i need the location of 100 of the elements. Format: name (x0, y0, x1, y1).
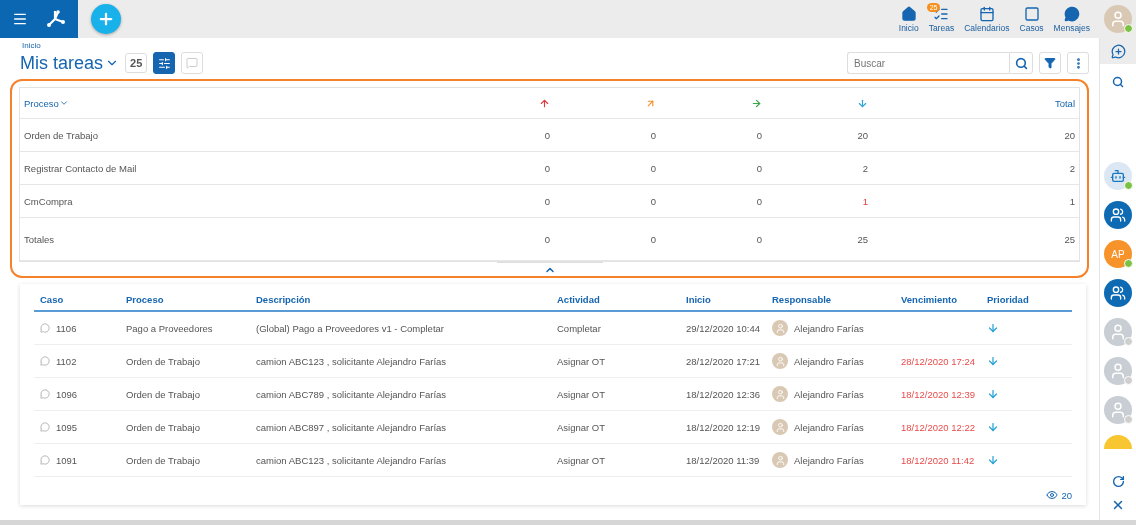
search-icon (1112, 76, 1124, 88)
bot-avatar[interactable] (1104, 162, 1132, 190)
group-avatar[interactable] (1104, 279, 1132, 307)
count-value: 0 (650, 162, 656, 174)
new-chat-button[interactable] (1110, 43, 1126, 59)
table-cell: Alejandro Farías (766, 444, 895, 477)
count-value: 20 (857, 129, 868, 141)
person-icon (1109, 10, 1127, 28)
table-cell: Asignar OT (551, 411, 680, 444)
table-cell: Pago a Proveedores (120, 312, 250, 345)
column-header: Total (1054, 97, 1075, 109)
table-cell: 28/12/2020 17:21 (680, 345, 766, 378)
home-icon (900, 5, 917, 22)
count-value: 0 (756, 195, 762, 207)
search-field[interactable]: Buscar (847, 52, 1009, 74)
total-value: 1 (1069, 195, 1075, 207)
close-icon (1111, 498, 1125, 512)
search-button[interactable] (1112, 76, 1124, 88)
view-title-dropdown[interactable]: Mis tareas (20, 52, 120, 74)
column-header[interactable]: Responsable (766, 290, 895, 312)
total-value: 2 (1069, 162, 1075, 174)
column-header[interactable]: Actividad (551, 290, 680, 312)
totals-label: Totales (24, 233, 55, 245)
sliders-button[interactable] (153, 52, 176, 74)
column-header[interactable]: Proceso (24, 97, 69, 109)
refresh-button[interactable] (1111, 475, 1125, 488)
people-icon (1110, 207, 1126, 223)
table-cell: Completar (551, 312, 680, 345)
count-value: 0 (650, 195, 656, 207)
sliders-icon (157, 56, 171, 70)
table-cell: Orden de Trabajo (120, 444, 250, 477)
table-cell: Alejandro Farías (766, 378, 895, 411)
calendar-icon (978, 5, 995, 22)
table-cell: 28/12/2020 17:24 (895, 345, 981, 378)
table-cell: camion ABC789 , solicitante Alejandro Farías (250, 378, 551, 411)
filter-icon (1044, 57, 1056, 69)
column-header[interactable]: Prioridad (981, 290, 1072, 312)
table-cell: 1096 (34, 378, 120, 411)
table-cell: (Global) Pago a Proveedores v1 - Completar (250, 312, 551, 345)
menu-icon[interactable] (12, 11, 28, 27)
table-cell: 1106 (34, 312, 120, 345)
count-value: 25 (857, 233, 868, 245)
filter-button[interactable] (1039, 52, 1061, 74)
group-avatar[interactable] (1104, 201, 1132, 229)
logo-icon (44, 9, 66, 29)
process-name: Orden de Trabajo (24, 129, 98, 141)
close-button[interactable] (1111, 498, 1125, 512)
column-header[interactable]: Inicio (680, 290, 766, 312)
column-header[interactable]: Proceso (120, 290, 250, 312)
total-value: 25 (1064, 233, 1075, 245)
comment-icon (40, 455, 50, 465)
nav-item[interactable]: Calendarios (964, 5, 1010, 33)
chat-bubble-icon (1063, 5, 1080, 22)
chat-plus-icon (1110, 43, 1126, 59)
table-cell: camion ABC123 , solicitante Alejandro Farías (250, 345, 551, 378)
count-value: 0 (756, 233, 762, 245)
table-cell: Alejandro Farías (766, 411, 895, 444)
table-cell: 18/12/2020 11:39 (680, 444, 766, 477)
caret-icon (58, 98, 69, 108)
table-cell: 29/12/2020 10:44 (680, 312, 766, 345)
comment-icon (40, 389, 50, 399)
more-button[interactable] (1067, 52, 1089, 74)
refresh-icon (1111, 475, 1125, 488)
column-header[interactable]: Vencimiento (895, 290, 981, 312)
table-cell: Orden de Trabajo (120, 411, 250, 444)
table-cell: Asignar OT (551, 345, 680, 378)
column-header[interactable]: Descripción (250, 290, 551, 312)
table-cell: camion ABC123 , solicitante Alejandro Farías (250, 444, 551, 477)
table-cell: Alejandro Farías (766, 312, 895, 345)
table-cell: 18/12/2020 12:39 (895, 378, 981, 411)
nav-item[interactable]: Inicio (898, 5, 919, 33)
message-icon (186, 57, 199, 69)
nav-item[interactable]: Casos (1019, 5, 1044, 33)
table-cell: 1091 (34, 444, 120, 477)
view-count: 20 (1061, 489, 1072, 501)
table-cell: 1095 (34, 411, 120, 444)
eye-icon (1046, 489, 1059, 501)
task-count: 25 (125, 53, 148, 73)
robot-icon (1110, 168, 1126, 184)
table-cell: Orden de Trabajo (120, 345, 250, 378)
person-icon (1109, 401, 1127, 419)
column-header[interactable]: Caso (34, 290, 120, 312)
nav-item[interactable]: Mensajes (1053, 5, 1090, 33)
process-name: CmCompra (24, 195, 73, 207)
total-value: 20 (1064, 129, 1075, 141)
count-value: 0 (544, 233, 550, 245)
table-cell: camion ABC897 , solicitante Alejandro Farías (250, 411, 551, 444)
count-value: 0 (650, 233, 656, 245)
count-value: 0 (756, 129, 762, 141)
person-icon (1109, 323, 1127, 341)
table-cell: Asignar OT (551, 378, 680, 411)
process-name: Registrar Contacto de Mail (24, 162, 137, 174)
count-value: 0 (650, 129, 656, 141)
table-cell: 1102 (34, 345, 120, 378)
search-icon (1014, 56, 1028, 70)
comment-icon (40, 422, 50, 432)
breadcrumb[interactable]: Inicio (22, 41, 41, 50)
comment-icon (40, 323, 50, 333)
count-value: 0 (544, 195, 550, 207)
table-cell: 18/12/2020 12:19 (680, 411, 766, 444)
